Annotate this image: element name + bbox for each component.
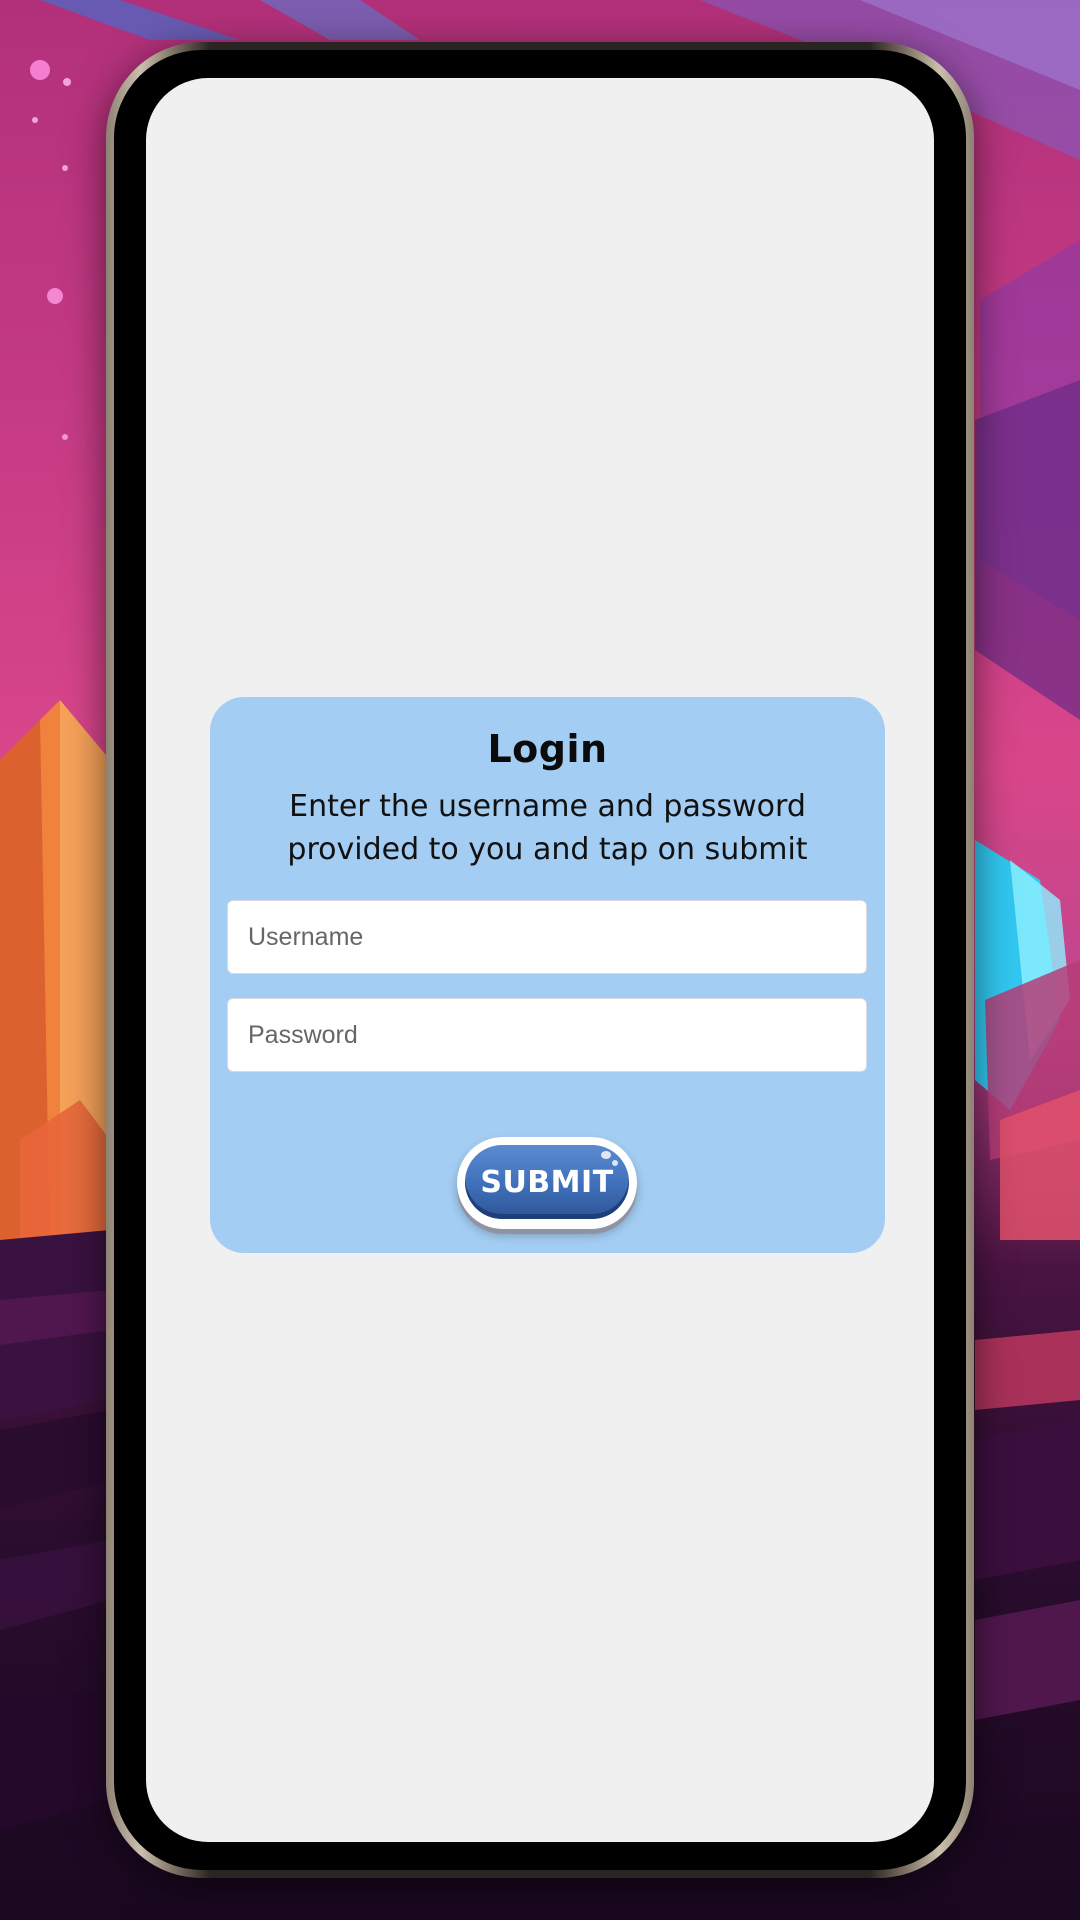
- username-input[interactable]: [227, 900, 867, 974]
- phone-frame: Login Enter the username and password pr…: [106, 42, 974, 1878]
- login-title: Login: [487, 727, 608, 771]
- submit-button[interactable]: SUBMIT: [457, 1137, 637, 1229]
- login-instructions-line-2: provided to you and tap on submit: [287, 832, 808, 867]
- login-instructions: Enter the username and password provided…: [230, 785, 865, 871]
- login-card: Login Enter the username and password pr…: [210, 697, 885, 1253]
- phone-bezel: Login Enter the username and password pr…: [114, 50, 966, 1870]
- submit-button-label: SUBMIT: [480, 1164, 614, 1200]
- login-instructions-line-1: Enter the username and password: [289, 789, 806, 824]
- submit-button-face: SUBMIT: [465, 1145, 629, 1219]
- phone-screen: Login Enter the username and password pr…: [146, 78, 934, 1842]
- password-input[interactable]: [227, 998, 867, 1072]
